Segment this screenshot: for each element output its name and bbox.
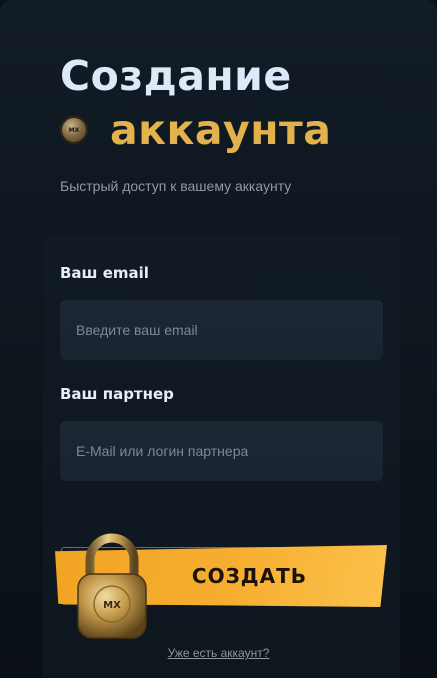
create-button-label: СОЗДАТЬ [191,564,307,588]
email-field[interactable] [60,300,383,360]
email-label: Ваш email [60,264,149,282]
login-link-row: Уже есть аккаунт? [0,642,437,661]
lock-logo-text: MX [103,600,121,611]
login-link[interactable]: Уже есть аккаунт? [168,646,270,660]
page-title-line1: Создание [60,52,292,100]
page-title-accent: аккаунта [110,106,332,154]
partner-label: Ваш партнер [60,385,174,403]
partner-field[interactable] [60,421,383,481]
signup-page: Создание MX аккаунта Быстрый доступ к ва… [0,0,437,678]
padlock-icon: MX [77,533,147,639]
page-title-line2-row: MX аккаунта [60,106,331,154]
page-subtitle: Быстрый доступ к вашему аккаунту [60,178,292,194]
coin-logo-icon: MX [60,116,88,144]
